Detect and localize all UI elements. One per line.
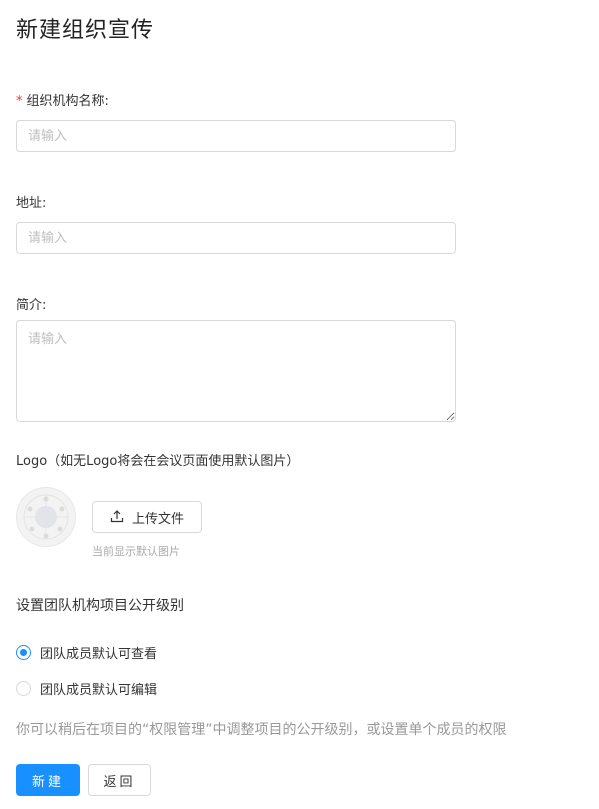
upload-hint: 当前显示默认图片 xyxy=(92,545,180,558)
upload-file-button[interactable]: 上传文件 xyxy=(92,501,202,533)
address-input[interactable] xyxy=(16,222,456,254)
required-mark: * xyxy=(16,94,23,109)
org-name-label-text: 组织机构名称: xyxy=(26,94,109,109)
address-label: 地址: xyxy=(16,196,47,211)
logo-label: Logo（如无Logo将会在会议页面使用默认图片） xyxy=(16,454,300,469)
radio-option-edit[interactable]: 团队成员默认可编辑 xyxy=(16,679,157,698)
radio-option-view[interactable]: 团队成员默认可查看 xyxy=(16,643,157,662)
upload-button-label: 上传文件 xyxy=(131,510,184,526)
default-image-icon xyxy=(16,487,76,547)
intro-textarea[interactable] xyxy=(16,320,456,422)
visibility-title: 设置团队机构项目公开级别 xyxy=(16,598,184,614)
visibility-note: 你可以稍后在项目的“权限管理”中调整项目的公开级别，或设置单个成员的权限 xyxy=(16,722,507,738)
radio-edit-unchecked[interactable] xyxy=(16,681,31,696)
radio-edit-label: 团队成员默认可编辑 xyxy=(40,683,158,698)
upload-icon xyxy=(110,509,124,526)
back-button[interactable]: 返回 xyxy=(88,764,151,796)
radio-view-label: 团队成员默认可查看 xyxy=(40,647,158,662)
radio-view-checked[interactable] xyxy=(16,645,31,660)
page-title: 新建组织宣传 xyxy=(16,18,155,43)
create-button[interactable]: 新建 xyxy=(16,764,80,796)
org-name-input[interactable] xyxy=(16,120,456,152)
intro-label: 简介: xyxy=(16,298,47,313)
org-name-label: * 组织机构名称: xyxy=(16,90,109,109)
